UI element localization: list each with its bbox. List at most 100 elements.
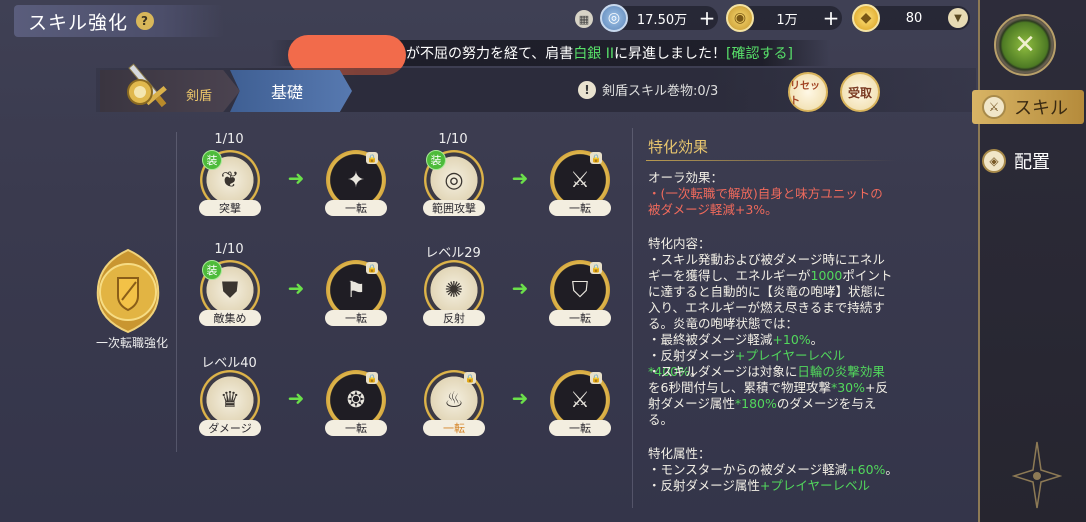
sword-shield-emblem-icon xyxy=(127,63,167,108)
skill-level: レベル40 xyxy=(201,356,257,371)
lock-icon: 🔒 xyxy=(366,372,378,384)
side-nav-skill[interactable]: ⚔ スキル xyxy=(972,90,1084,124)
skill-name: 一転 xyxy=(549,200,611,216)
skill-level: レベル29 xyxy=(425,246,481,261)
reset-button-label: リセット xyxy=(790,81,820,107)
equipped-badge: 装 xyxy=(202,150,222,170)
receive-button[interactable]: 受取 xyxy=(840,72,880,112)
notice-text-after: に昇進しました！ xyxy=(614,46,727,62)
tab-basic[interactable]: 基礎 xyxy=(230,70,352,112)
skill-emblem-icon: ◎ xyxy=(444,167,464,193)
skill-level: 1/10 xyxy=(214,132,244,147)
content-heading: 特化内容： xyxy=(648,236,711,251)
content-line-3: に達すると自動的に【炎竜の咆哮】状態に xyxy=(648,284,886,299)
expand-currency-button[interactable]: ▼ xyxy=(948,8,968,28)
skill-name: ダメージ xyxy=(199,420,261,436)
info-icon[interactable]: ! xyxy=(578,80,596,99)
receive-button-label: 受取 xyxy=(847,85,872,100)
upgrade-arrow-icon: ➜ xyxy=(287,386,305,410)
placement-tab-icon: ◈ xyxy=(982,149,1006,173)
compass-orb-icon[interactable]: ✕ xyxy=(994,14,1056,76)
content-line-11: る。 xyxy=(648,412,674,427)
skill-emblem-icon: ⚔ xyxy=(570,167,590,193)
skill-name: 敵集め xyxy=(199,310,261,326)
gold-currency: ◉ 1万 + xyxy=(726,4,842,32)
skill-emblem-icon: ✦ xyxy=(346,167,366,193)
upgrade-arrow-icon: ➜ xyxy=(511,386,529,410)
attr-line-2: ・反射ダメージ属性+プレイヤーレベル xyxy=(648,478,870,493)
skill-tab-icon: ⚔ xyxy=(982,95,1006,119)
content-line-9: を6秒間付与し、累積で物理攻撃*30%+反 xyxy=(648,380,888,395)
gem-icon: ◆ xyxy=(852,4,880,32)
first-job-enhance-emblem-icon[interactable] xyxy=(86,246,170,336)
skill-emblem-icon: ⛉ xyxy=(571,277,589,303)
skill-name: 一転 xyxy=(423,420,485,436)
lock-icon: 🔒 xyxy=(366,152,378,164)
skill-emblem-icon: ⚔ xyxy=(570,387,590,413)
content-line-5: る。炎竜の咆哮状態では： xyxy=(648,316,799,331)
lock-icon: 🔒 xyxy=(464,372,476,384)
skill-name: 反射 xyxy=(423,310,485,326)
skill-name: 一転 xyxy=(549,420,611,436)
lock-icon: 🔒 xyxy=(590,372,602,384)
skill-name: 一転 xyxy=(325,200,387,216)
add-gold-button[interactable]: + xyxy=(820,6,842,30)
reset-button[interactable]: リセット xyxy=(788,72,828,112)
side-nav-placement-label: 配置 xyxy=(1014,152,1050,173)
content-line-1: ・スキル発動および被ダメージ時にエネル xyxy=(648,252,885,267)
content-line-10: 射ダメージ属性*180%のダメージを与え xyxy=(648,396,877,411)
equipped-badge: 装 xyxy=(202,260,222,280)
tab-basic-label: 基礎 xyxy=(270,83,303,102)
help-icon[interactable]: ? xyxy=(136,12,155,30)
content-line-4: 入り、エネルギーが燃え尽きるまで持続す xyxy=(648,300,885,315)
divider xyxy=(176,132,177,452)
upgrade-arrow-icon: ➜ xyxy=(511,276,529,300)
first-job-enhance-label: 一次転職強化 xyxy=(95,336,168,350)
upgrade-arrow-icon: ➜ xyxy=(511,166,529,190)
silver-coin-icon: ◎ xyxy=(600,4,628,32)
add-silver-button[interactable]: + xyxy=(696,6,718,30)
gold-coin-icon: ◉ xyxy=(726,4,754,32)
panel-title-underline xyxy=(646,160,896,161)
gem-currency: ◆ 80 ▼ xyxy=(852,4,970,32)
aura-line-1: ・(一次転職で解放)自身と味方ユニットの xyxy=(648,186,883,201)
skill-level: 1/10 xyxy=(438,132,468,147)
lock-icon: 🔒 xyxy=(366,262,378,274)
skill-emblem-icon: ✺ xyxy=(444,277,464,303)
upgrade-arrow-icon: ➜ xyxy=(287,166,305,190)
skill-level: 1/10 xyxy=(214,242,244,257)
scroll-info: ! 剣盾スキル巻物:0/3 xyxy=(578,80,718,99)
skill-name: 一転 xyxy=(325,420,387,436)
lock-icon: 🔒 xyxy=(590,262,602,274)
page-title: スキル強化 xyxy=(28,11,129,34)
skill-emblem-icon: ⚑ xyxy=(346,277,366,303)
grid-icon[interactable]: ▦ xyxy=(575,10,593,28)
page-title-bar: スキル強化 ? xyxy=(14,5,224,37)
promotion-notice: が不屈の努力を経て、肩書 白銀 II に昇進しました！ [確認する] xyxy=(270,35,830,75)
equipped-badge: 装 xyxy=(426,150,446,170)
attr-heading: 特化属性： xyxy=(648,446,711,461)
skill-name: 突撃 xyxy=(199,200,261,216)
gold-amount: 1万 xyxy=(776,12,798,28)
skill-emblem-icon: ♨ xyxy=(444,387,464,413)
upgrade-arrow-icon: ➜ xyxy=(287,276,305,300)
side-nav-placement[interactable]: ◈ 配置 xyxy=(972,144,1084,178)
silver-currency: ◎ 17.50万 + xyxy=(600,4,718,32)
spec-panel-title: 特化効果 xyxy=(648,138,709,156)
content-line-6: ・最終被ダメージ軽減+10%。 xyxy=(648,332,824,347)
silver-amount: 17.50万 xyxy=(636,12,688,28)
notice-confirm-link[interactable]: [確認する] xyxy=(726,43,793,63)
scroll-count: 剣盾スキル巻物:0/3 xyxy=(602,84,719,99)
lock-icon: 🔒 xyxy=(590,152,602,164)
side-ornament-icon xyxy=(1012,441,1062,509)
content-line-8: ・スキルダメージは対象に日輪の炎撃効果 xyxy=(648,364,885,379)
skill-name: 一転 xyxy=(549,310,611,326)
skill-emblem-icon: ❦ xyxy=(220,167,240,193)
aura-heading: オーラ効果： xyxy=(648,170,724,185)
attr-line-1: ・モンスターからの被ダメージ軽減+60%。 xyxy=(648,462,898,477)
skill-emblem-icon: ⛊ xyxy=(221,277,239,303)
skill-name: 一転 xyxy=(325,310,387,326)
skill-emblem-icon: ❂ xyxy=(346,387,366,413)
skill-name: 範囲攻撃 xyxy=(423,200,485,216)
gem-amount: 80 xyxy=(905,10,923,26)
